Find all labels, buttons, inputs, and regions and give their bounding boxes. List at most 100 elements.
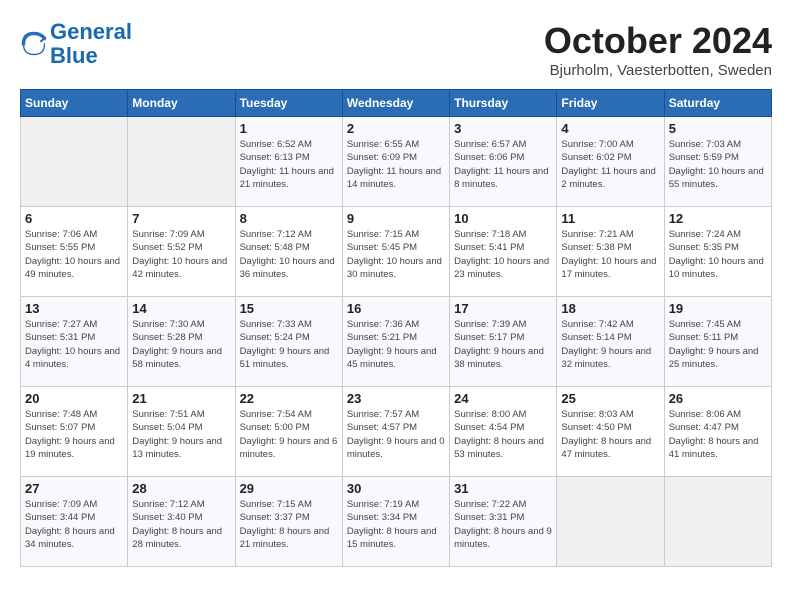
calendar-cell: 6 Sunrise: 7:06 AMSunset: 5:55 PMDaylight…: [21, 207, 128, 297]
calendar-cell: 8 Sunrise: 7:12 AMSunset: 5:48 PMDaylight…: [235, 207, 342, 297]
calendar-cell: 23Sunrise: 7:57 AMSunset: 4:57 PMDayligh…: [342, 387, 449, 477]
calendar-cell: 9 Sunrise: 7:15 AMSunset: 5:45 PMDaylight…: [342, 207, 449, 297]
calendar-cell: 3 Sunrise: 6:57 AMSunset: 6:06 PMDaylight…: [450, 117, 557, 207]
day-number: 22: [240, 391, 338, 406]
day-number: 17: [454, 301, 552, 316]
day-info: Sunrise: 7:22 AMSunset: 3:31 PMDaylight:…: [454, 498, 552, 551]
logo-text: General Blue: [50, 20, 132, 68]
day-info: Sunrise: 7:33 AMSunset: 5:24 PMDaylight:…: [240, 318, 338, 371]
calendar-cell: [664, 477, 771, 567]
calendar-cell: [557, 477, 664, 567]
calendar-cell: 22 Sunrise: 7:54 AMSunset: 5:00 PMDayligh…: [235, 387, 342, 477]
day-info: Sunrise: 7:39 AMSunset: 5:17 PMDaylight:…: [454, 318, 552, 371]
day-number: 28: [132, 481, 230, 496]
title-block: October 2024 Bjurholm, Vaesterbotten, Sw…: [544, 20, 772, 79]
day-info: Sunrise: 7:15 AMSunset: 5:45 PMDaylight:…: [347, 228, 445, 281]
calendar-cell: 27 Sunrise: 7:09 AMSunset: 3:44 PMDayligh…: [21, 477, 128, 567]
day-number: 7: [132, 211, 230, 226]
day-info: Sunrise: 7:06 AMSunset: 5:55 PMDaylight:…: [25, 228, 123, 281]
day-number: 16: [347, 301, 445, 316]
header-day-wednesday: Wednesday: [342, 90, 449, 117]
calendar-cell: 31 Sunrise: 7:22 AMSunset: 3:31 PMDayligh…: [450, 477, 557, 567]
day-info: Sunrise: 7:09 AMSunset: 3:44 PMDaylight:…: [25, 498, 123, 551]
page: General Blue October 2024 Bjurholm, Vaes…: [0, 0, 792, 577]
month-title: October 2024: [544, 20, 772, 62]
day-number: 2: [347, 121, 445, 136]
calendar-table: SundayMondayTuesdayWednesdayThursdayFrid…: [20, 89, 772, 567]
calendar-cell: 5 Sunrise: 7:03 AMSunset: 5:59 PMDaylight…: [664, 117, 771, 207]
day-number: 19: [669, 301, 767, 316]
day-number: 5: [669, 121, 767, 136]
location-title: Bjurholm, Vaesterbotten, Sweden: [544, 62, 772, 79]
day-number: 23: [347, 391, 445, 406]
header-day-thursday: Thursday: [450, 90, 557, 117]
calendar-cell: 2Sunrise: 6:55 AMSunset: 6:09 PMDaylight…: [342, 117, 449, 207]
calendar-cell: 28 Sunrise: 7:12 AMSunset: 3:40 PMDayligh…: [128, 477, 235, 567]
calendar-cell: 19 Sunrise: 7:45 AMSunset: 5:11 PMDayligh…: [664, 297, 771, 387]
calendar-cell: 30Sunrise: 7:19 AMSunset: 3:34 PMDayligh…: [342, 477, 449, 567]
day-info: Sunrise: 7:12 AMSunset: 5:48 PMDaylight:…: [240, 228, 338, 281]
day-info: Sunrise: 7:30 AMSunset: 5:28 PMDaylight:…: [132, 318, 230, 371]
header-day-saturday: Saturday: [664, 90, 771, 117]
calendar-cell: 17 Sunrise: 7:39 AMSunset: 5:17 PMDayligh…: [450, 297, 557, 387]
day-number: 12: [669, 211, 767, 226]
day-info: Sunrise: 7:19 AMSunset: 3:34 PMDaylight:…: [347, 498, 445, 551]
day-info: Sunrise: 7:21 AMSunset: 5:38 PMDaylight:…: [561, 228, 659, 281]
calendar-cell: 1Sunrise: 6:52 AMSunset: 6:13 PMDaylight…: [235, 117, 342, 207]
day-number: 4: [561, 121, 659, 136]
calendar-cell: 26Sunrise: 8:06 AMSunset: 4:47 PMDayligh…: [664, 387, 771, 477]
day-number: 6: [25, 211, 123, 226]
day-info: Sunrise: 8:03 AMSunset: 4:50 PMDaylight:…: [561, 408, 659, 461]
calendar-week-4: 20 Sunrise: 7:48 AMSunset: 5:07 PMDayligh…: [21, 387, 772, 477]
day-number: 29: [240, 481, 338, 496]
day-info: Sunrise: 7:00 AMSunset: 6:02 PMDaylight:…: [561, 138, 659, 191]
day-info: Sunrise: 8:06 AMSunset: 4:47 PMDaylight:…: [669, 408, 767, 461]
header: General Blue October 2024 Bjurholm, Vaes…: [20, 20, 772, 79]
day-number: 3: [454, 121, 552, 136]
calendar-cell: 4 Sunrise: 7:00 AMSunset: 6:02 PMDaylight…: [557, 117, 664, 207]
day-info: Sunrise: 7:24 AMSunset: 5:35 PMDaylight:…: [669, 228, 767, 281]
calendar-cell: 20 Sunrise: 7:48 AMSunset: 5:07 PMDayligh…: [21, 387, 128, 477]
calendar-cell: [128, 117, 235, 207]
day-number: 11: [561, 211, 659, 226]
day-info: Sunrise: 7:03 AMSunset: 5:59 PMDaylight:…: [669, 138, 767, 191]
day-number: 8: [240, 211, 338, 226]
calendar-week-5: 27 Sunrise: 7:09 AMSunset: 3:44 PMDayligh…: [21, 477, 772, 567]
calendar-cell: 7Sunrise: 7:09 AMSunset: 5:52 PMDaylight…: [128, 207, 235, 297]
day-number: 20: [25, 391, 123, 406]
calendar-week-2: 6 Sunrise: 7:06 AMSunset: 5:55 PMDaylight…: [21, 207, 772, 297]
logo-line2: Blue: [50, 44, 132, 68]
day-number: 9: [347, 211, 445, 226]
calendar-week-1: 1Sunrise: 6:52 AMSunset: 6:13 PMDaylight…: [21, 117, 772, 207]
day-number: 25: [561, 391, 659, 406]
day-info: Sunrise: 7:42 AMSunset: 5:14 PMDaylight:…: [561, 318, 659, 371]
day-info: Sunrise: 7:45 AMSunset: 5:11 PMDaylight:…: [669, 318, 767, 371]
day-info: Sunrise: 7:27 AMSunset: 5:31 PMDaylight:…: [25, 318, 123, 371]
logo-line1: General: [50, 20, 132, 44]
calendar-cell: 10 Sunrise: 7:18 AMSunset: 5:41 PMDayligh…: [450, 207, 557, 297]
day-number: 10: [454, 211, 552, 226]
calendar-cell: 11 Sunrise: 7:21 AMSunset: 5:38 PMDayligh…: [557, 207, 664, 297]
day-number: 1: [240, 121, 338, 136]
calendar-cell: 13 Sunrise: 7:27 AMSunset: 5:31 PMDayligh…: [21, 297, 128, 387]
day-number: 27: [25, 481, 123, 496]
day-info: Sunrise: 7:12 AMSunset: 3:40 PMDaylight:…: [132, 498, 230, 551]
day-info: Sunrise: 7:48 AMSunset: 5:07 PMDaylight:…: [25, 408, 123, 461]
day-number: 18: [561, 301, 659, 316]
day-number: 15: [240, 301, 338, 316]
header-day-tuesday: Tuesday: [235, 90, 342, 117]
day-number: 13: [25, 301, 123, 316]
day-info: Sunrise: 6:57 AMSunset: 6:06 PMDaylight:…: [454, 138, 552, 191]
day-info: Sunrise: 7:54 AMSunset: 5:00 PMDaylight:…: [240, 408, 338, 461]
calendar-cell: 14 Sunrise: 7:30 AMSunset: 5:28 PMDayligh…: [128, 297, 235, 387]
day-info: Sunrise: 7:51 AMSunset: 5:04 PMDaylight:…: [132, 408, 230, 461]
day-number: 31: [454, 481, 552, 496]
day-info: Sunrise: 7:36 AMSunset: 5:21 PMDaylight:…: [347, 318, 445, 371]
logo-icon: [20, 30, 48, 58]
calendar-cell: 16 Sunrise: 7:36 AMSunset: 5:21 PMDayligh…: [342, 297, 449, 387]
calendar-body: 1Sunrise: 6:52 AMSunset: 6:13 PMDaylight…: [21, 117, 772, 567]
logo: General Blue: [20, 20, 132, 68]
day-number: 14: [132, 301, 230, 316]
calendar-cell: [21, 117, 128, 207]
day-info: Sunrise: 7:18 AMSunset: 5:41 PMDaylight:…: [454, 228, 552, 281]
